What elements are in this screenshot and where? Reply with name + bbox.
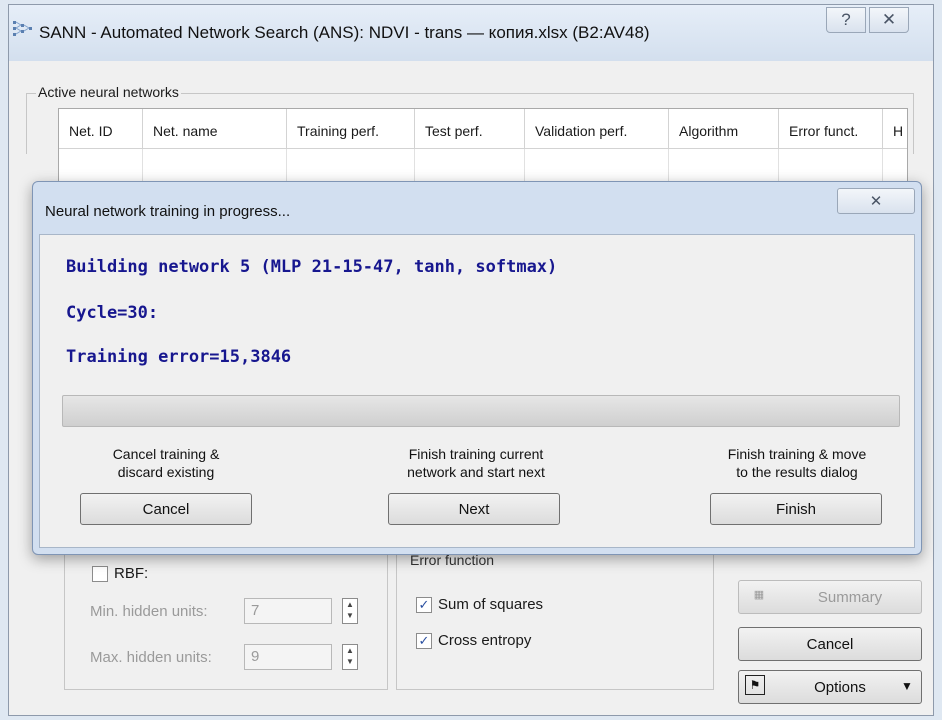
column-header[interactable]: Error funct. [779,109,883,149]
summary-button-label: Summary [817,588,883,606]
checkmark-icon: ✓ [418,633,430,648]
main-title-bar: SANN - Automated Network Search (ANS): N… [9,5,933,61]
next-description: Finish training current network and star… [376,445,576,481]
chevron-down-icon: ▼ [901,679,913,693]
spreadsheet-icon: ▦ [753,589,765,601]
network-grid-icon [13,19,33,37]
status-building-text: Building network 5 (MLP 21-15-47, tanh, … [66,257,558,277]
column-header[interactable]: Net. ID [59,109,143,149]
cancel-training-button[interactable]: Cancel [80,493,252,525]
dialog-title: Neural network training in progress... [45,203,291,220]
close-icon: ✕ [881,10,897,29]
max-hidden-units-stepper[interactable]: ▲ ▼ [342,644,358,670]
column-header[interactable]: Training perf. [287,109,415,149]
checkmark-icon: ✓ [418,597,430,612]
finish-description-line: to the results dialog [736,464,858,480]
finish-description: Finish training & move to the results di… [692,445,902,481]
max-hidden-units-field[interactable]: 9 [244,644,332,670]
dialog-close-button[interactable]: ✕ [837,188,915,214]
column-header[interactable]: Net. name [143,109,287,149]
cancel-description: Cancel training & discard existing [76,445,256,481]
dialog-content: Building network 5 (MLP 21-15-47, tanh, … [39,234,915,548]
column-header[interactable]: Validation perf. [525,109,669,149]
column-header[interactable]: Test perf. [415,109,525,149]
max-hidden-units-label: Max. hidden units: [90,649,212,666]
close-window-button[interactable]: ✕ [869,7,909,33]
rbf-checkbox[interactable] [92,566,108,582]
finish-button[interactable]: Finish [710,493,882,525]
finish-description-line: Finish training & move [727,446,867,462]
window-title: SANN - Automated Network Search (ANS): N… [39,23,650,42]
next-description-line: network and start next [407,464,545,480]
help-icon: ? [841,10,851,29]
status-error-text: Training error=15,3846 [66,347,292,367]
training-progress-dialog: Neural network training in progress... ✕… [32,181,922,555]
min-hidden-units-field[interactable]: 7 [244,598,332,624]
column-header[interactable]: Algorithm [669,109,779,149]
status-cycle-text: Cycle=30: [66,303,159,323]
cancel-training-button-label: Cancel [142,500,190,518]
column-header[interactable]: H [883,109,907,149]
options-button-label: Options [814,678,866,696]
min-hidden-units-stepper[interactable]: ▲ ▼ [342,598,358,624]
next-button-label: Next [458,500,490,518]
next-description-line: Finish training current [408,446,544,462]
training-progress-bar [62,395,900,427]
close-icon: ✕ [869,193,883,210]
sum-of-squares-label: Sum of squares [438,596,544,613]
finish-button-label: Finish [775,500,816,518]
grid-header: Net. ID Net. name Training perf. Test pe… [59,109,907,149]
options-button[interactable]: ⚑ Options ▼ [738,670,922,704]
rbf-label: RBF: [114,565,149,582]
active-networks-legend: Active neural networks [36,84,181,100]
cross-entropy-checkbox[interactable]: ✓ [416,633,432,649]
cancel-main-button-label: Cancel [806,635,854,653]
help-button[interactable]: ? [826,7,866,33]
sum-of-squares-checkbox[interactable]: ✓ [416,597,432,613]
next-button[interactable]: Next [388,493,560,525]
cancel-description-line: discard existing [117,464,215,480]
summary-button[interactable]: ▦ Summary [738,580,922,614]
cancel-main-button[interactable]: Cancel [738,627,922,661]
cross-entropy-label: Cross entropy [438,632,532,649]
cancel-description-line: Cancel training & [112,446,220,462]
networks-grid[interactable]: Net. ID Net. name Training perf. Test pe… [58,108,908,190]
options-icon: ⚑ [745,675,765,695]
min-hidden-units-label: Min. hidden units: [90,603,208,620]
